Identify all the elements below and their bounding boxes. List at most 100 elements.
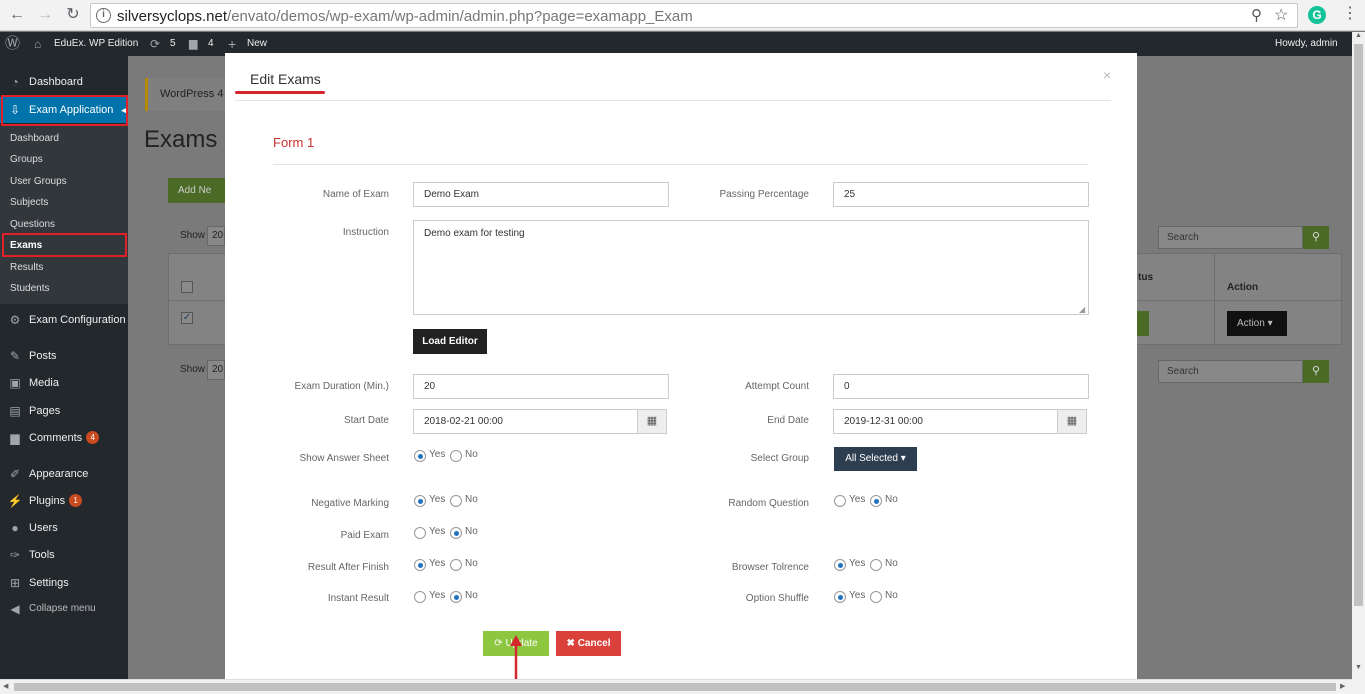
- name-of-exam-input[interactable]: Demo Exam: [413, 182, 669, 207]
- zoom-icon[interactable]: ⚲: [1251, 6, 1262, 24]
- howdy-user[interactable]: Howdy, admin: [1275, 32, 1338, 56]
- menu-pages[interactable]: ▤ Pages: [0, 400, 128, 422]
- instant-result-yes-label: Yes: [429, 590, 446, 601]
- search-icon[interactable]: ⚲: [1303, 360, 1329, 383]
- menu-dashboard[interactable]: ◔ Dashboard: [0, 71, 128, 93]
- select-all-checkbox[interactable]: [181, 281, 193, 293]
- paid-exam-no-radio[interactable]: [450, 527, 462, 539]
- vertical-scrollbar[interactable]: ▲ ▼: [1352, 32, 1365, 694]
- action-dropdown-button[interactable]: Action ▾: [1227, 311, 1287, 336]
- menu-settings[interactable]: ⊞ Settings: [0, 572, 128, 594]
- site-name-link[interactable]: EduEx. WP Edition: [54, 32, 138, 56]
- scroll-left-icon[interactable]: ◀: [3, 682, 8, 690]
- close-icon[interactable]: ×: [1103, 67, 1111, 83]
- result-after-finish-yes-radio[interactable]: [414, 559, 426, 571]
- menu-tools[interactable]: ✑ Tools: [0, 544, 128, 566]
- menu-posts[interactable]: ✎ Posts: [0, 345, 128, 367]
- submenu-user-groups[interactable]: User Groups: [10, 176, 67, 187]
- end-date-input[interactable]: 2019-12-31 00:00: [833, 409, 1058, 434]
- menu-exam-configuration-label: Exam Configuration: [29, 314, 126, 326]
- menu-exam-configuration[interactable]: ⚙ Exam Configuration: [0, 309, 128, 331]
- menu-plugins[interactable]: ⚡ Plugins 1: [0, 490, 128, 512]
- submenu-questions[interactable]: Questions: [10, 219, 55, 230]
- menu-tools-label: Tools: [29, 549, 55, 561]
- forward-icon[interactable]: →: [36, 6, 54, 24]
- menu-comments-label: Comments 4: [29, 427, 100, 449]
- submenu-results[interactable]: Results: [10, 262, 43, 273]
- passing-percentage-input[interactable]: 25: [833, 182, 1089, 207]
- show-label-top: Show: [180, 230, 206, 241]
- menu-media[interactable]: ▣ Media: [0, 372, 128, 394]
- menu-dashboard-label: Dashboard: [29, 76, 83, 88]
- load-editor-button[interactable]: Load Editor: [413, 329, 487, 354]
- menu-comments[interactable]: ▆ Comments 4: [0, 427, 128, 449]
- updates-count[interactable]: 5: [170, 32, 176, 56]
- bookmark-star-icon[interactable]: ☆: [1274, 5, 1288, 25]
- browser-menu-icon[interactable]: ⋮: [1342, 5, 1358, 23]
- cancel-button[interactable]: ✖ Cancel: [556, 631, 621, 656]
- updates-icon[interactable]: ⟳: [150, 32, 160, 56]
- show-answer-sheet-yes-radio[interactable]: [414, 450, 426, 462]
- admin-sidebar: ◔ Dashboard ⇩ Exam Application ◀ Dashboa…: [0, 56, 128, 694]
- reload-icon[interactable]: ↻: [64, 6, 82, 24]
- exam-duration-input[interactable]: 20: [413, 374, 669, 399]
- paid-exam-yes-radio[interactable]: [414, 527, 426, 539]
- horizontal-scroll-thumb[interactable]: [14, 683, 1336, 691]
- highlight-exam-application: [1, 95, 128, 126]
- random-question-no-radio[interactable]: [870, 495, 882, 507]
- search-input-bottom[interactable]: Search: [1158, 360, 1303, 383]
- show-select-bottom[interactable]: 20: [207, 360, 225, 380]
- calendar-icon[interactable]: ▦: [637, 409, 667, 434]
- random-question-yes-radio[interactable]: [834, 495, 846, 507]
- settings-icon: ⊞: [9, 576, 21, 590]
- search-icon[interactable]: ⚲: [1303, 226, 1329, 249]
- pin-icon: ✎: [9, 349, 21, 363]
- scroll-right-icon[interactable]: ▶: [1340, 682, 1345, 690]
- submenu-dashboard[interactable]: Dashboard: [10, 133, 59, 144]
- submenu-subjects[interactable]: Subjects: [10, 197, 48, 208]
- instant-result-no-label: No: [465, 590, 478, 601]
- scroll-down-icon[interactable]: ▼: [1355, 664, 1362, 671]
- label-option-shuffle: Option Shuffle: [745, 593, 809, 604]
- home-icon[interactable]: ⌂: [34, 32, 41, 56]
- menu-pages-label: Pages: [29, 405, 61, 417]
- instant-result-yes-radio[interactable]: [414, 591, 426, 603]
- back-icon[interactable]: ←: [8, 6, 26, 24]
- attempt-count-input[interactable]: 0: [833, 374, 1089, 399]
- result-after-finish-no-radio[interactable]: [450, 559, 462, 571]
- calendar-icon[interactable]: ▦: [1057, 409, 1087, 434]
- grammarly-extension-icon[interactable]: G: [1308, 6, 1326, 24]
- show-answer-sheet-no-radio[interactable]: [450, 450, 462, 462]
- menu-media-label: Media: [29, 377, 59, 389]
- submenu-groups[interactable]: Groups: [10, 154, 43, 165]
- select-group-dropdown[interactable]: All Selected ▾: [834, 447, 917, 471]
- comments-icon[interactable]: ▆: [189, 32, 197, 56]
- submenu-students[interactable]: Students: [10, 283, 49, 294]
- instant-result-no-radio[interactable]: [450, 591, 462, 603]
- instruction-textarea[interactable]: Demo exam for testing: [413, 220, 1089, 315]
- vertical-scroll-thumb[interactable]: [1354, 44, 1363, 606]
- address-bar[interactable]: i silversyclops.net/envato/demos/wp-exam…: [90, 3, 1298, 28]
- option-shuffle-no-radio[interactable]: [870, 591, 882, 603]
- resize-handle-icon[interactable]: ◢: [1079, 305, 1085, 314]
- negative-marking-yes-radio[interactable]: [414, 495, 426, 507]
- menu-appearance[interactable]: ✐ Appearance: [0, 463, 128, 485]
- info-icon[interactable]: i: [96, 8, 111, 23]
- option-shuffle-yes-radio[interactable]: [834, 591, 846, 603]
- show-select-top[interactable]: 20: [207, 226, 225, 246]
- negative-marking-no-radio[interactable]: [450, 495, 462, 507]
- menu-collapse[interactable]: ◀ Collapse menu: [0, 598, 128, 620]
- row-checkbox[interactable]: ✓: [181, 312, 193, 324]
- browser-tolrence-yes-radio[interactable]: [834, 559, 846, 571]
- scroll-up-icon[interactable]: ▲: [1355, 32, 1362, 39]
- browser-tolrence-no-radio[interactable]: [870, 559, 882, 571]
- comments-count[interactable]: 4: [208, 32, 214, 56]
- search-input-top[interactable]: Search: [1158, 226, 1303, 249]
- plugins-text: Plugins: [29, 495, 66, 507]
- url-text[interactable]: silversyclops.net/envato/demos/wp-exam/w…: [117, 8, 693, 25]
- wordpress-logo-icon[interactable]: Ⓦ: [5, 32, 20, 56]
- add-new-button[interactable]: Add Ne: [168, 178, 225, 203]
- horizontal-scrollbar[interactable]: ◀ ▶: [0, 679, 1352, 694]
- start-date-input[interactable]: 2018-02-21 00:00: [413, 409, 638, 434]
- menu-users[interactable]: ● Users: [0, 517, 128, 539]
